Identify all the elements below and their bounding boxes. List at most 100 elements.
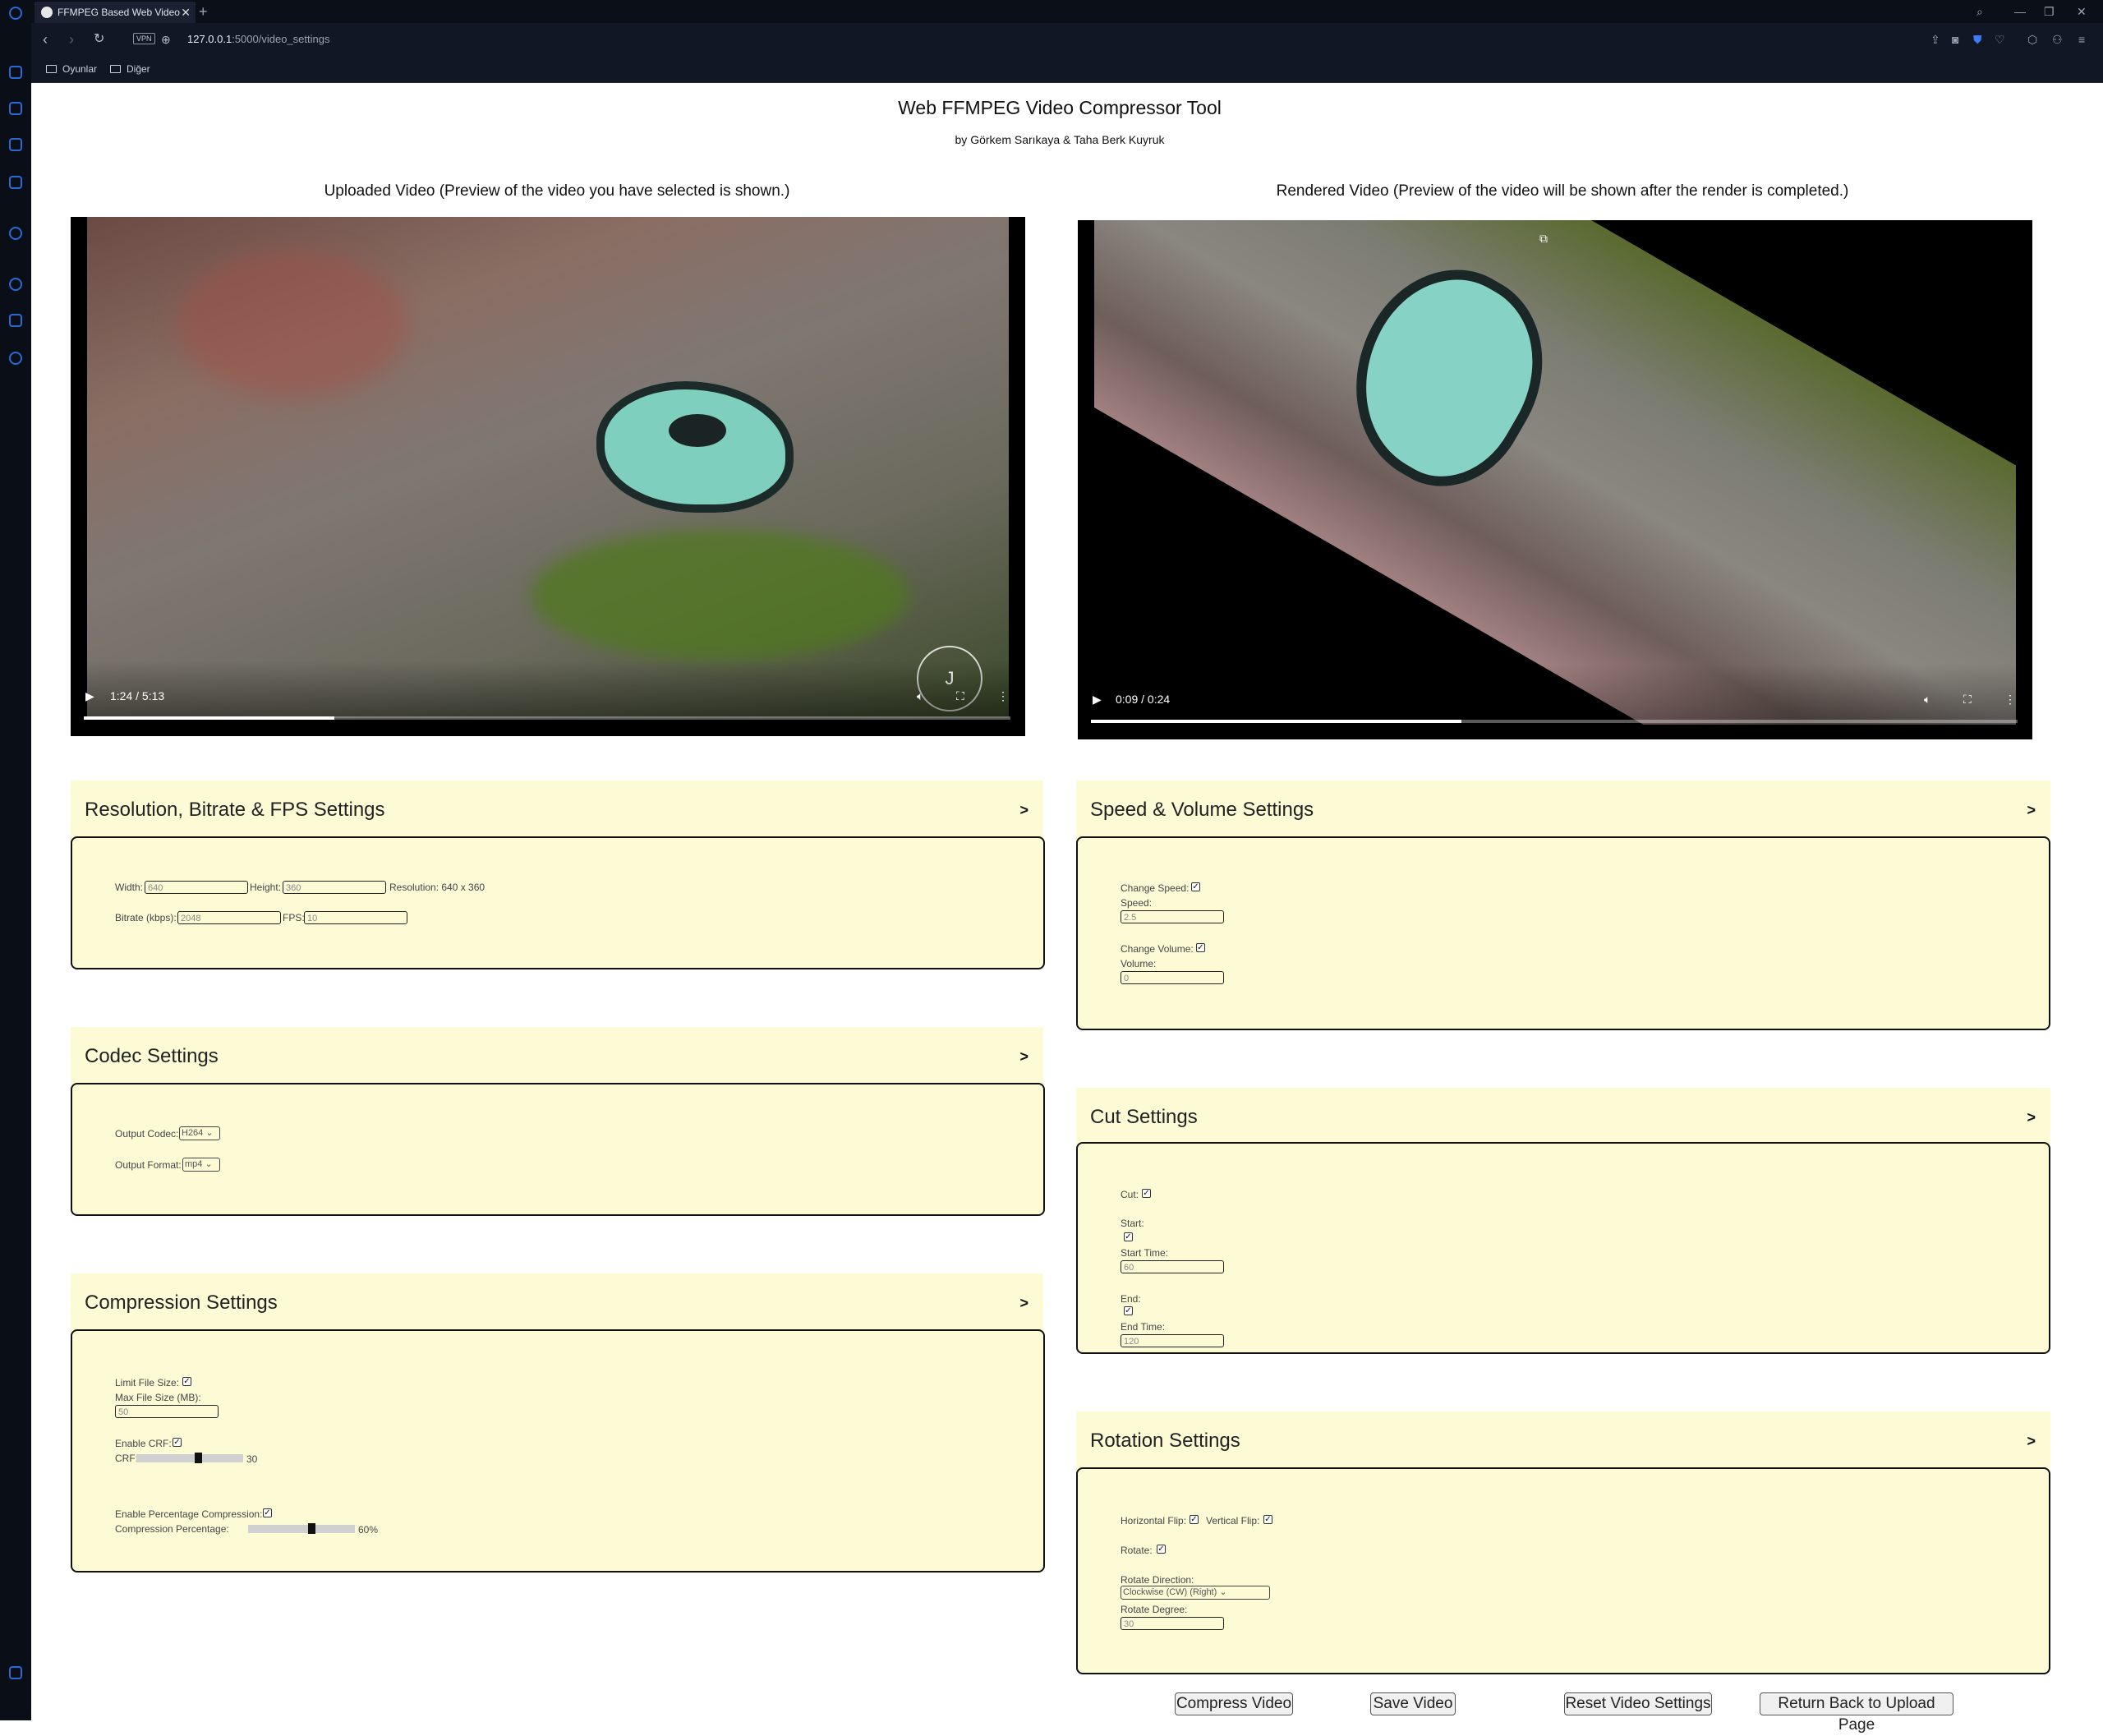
play-icon[interactable]: ▶ — [1093, 693, 1102, 707]
browser-tab[interactable]: FFMPEG Based Web Video ✕ — [35, 2, 196, 23]
rotation-settings-header[interactable]: Rotation Settings > — [1076, 1411, 2050, 1471]
gamepad-icon[interactable] — [9, 66, 22, 79]
gallery-icon[interactable] — [9, 1666, 22, 1679]
url-field[interactable]: 127.0.0.1:5000/video_settings — [187, 23, 329, 56]
limit-file-size-checkbox[interactable]: ✓ — [182, 1377, 191, 1386]
uploaded-video-player[interactable]: J ▶ 1:24 / 5:13 🔈︎ ⛶ ⋮ — [71, 217, 1025, 736]
compress-video-button[interactable]: Compress Video — [1175, 1692, 1293, 1715]
speed-volume-settings-header[interactable]: Speed & Volume Settings > — [1076, 781, 2050, 840]
enable-crf-checkbox[interactable]: ✓ — [173, 1438, 182, 1447]
profile-icon[interactable]: ⚇ — [2052, 23, 2063, 56]
height-input[interactable]: 360 — [283, 881, 386, 894]
cut-settings-header[interactable]: Cut Settings > — [1076, 1088, 2050, 1147]
share-icon[interactable]: ⇪ — [1930, 23, 1940, 56]
resolution-settings-header[interactable]: Resolution, Bitrate & FPS Settings > — [71, 781, 1043, 840]
rotate-direction-label: Rotate Direction: — [1121, 1574, 1194, 1586]
search-tabs-icon[interactable]: ⌕ — [1976, 0, 1983, 23]
restore-icon[interactable]: ❐ — [2044, 0, 2055, 23]
more-options-icon[interactable]: ⋮ — [997, 689, 1009, 703]
video-progress-bar[interactable] — [1091, 720, 2018, 723]
volume-input[interactable]: 0 — [1121, 971, 1224, 984]
bookmark-folder[interactable]: Diğer — [110, 56, 150, 82]
browser-logo-icon[interactable] — [9, 7, 22, 20]
cut-checkbox[interactable]: ✓ — [1142, 1189, 1151, 1198]
forward-icon[interactable]: › — [69, 23, 74, 56]
output-codec-select[interactable]: H264 ⌄ — [179, 1126, 220, 1140]
compression-settings-header[interactable]: Compression Settings > — [71, 1273, 1043, 1333]
vertical-flip-label: Vertical Flip: — [1206, 1515, 1260, 1526]
horizontal-flip-checkbox[interactable]: ✓ — [1190, 1515, 1199, 1524]
reload-icon[interactable]: ↻ — [94, 23, 104, 56]
snapshot-icon[interactable]: ◙ — [1952, 23, 1958, 56]
return-upload-button[interactable]: Return Back to Upload Page — [1760, 1692, 1953, 1734]
chevron-right-icon: > — [2027, 1109, 2036, 1126]
width-input[interactable]: 640 — [145, 881, 248, 894]
rotate-degree-input[interactable]: 30 — [1121, 1617, 1224, 1630]
bitrate-input[interactable]: 2048 — [177, 911, 281, 924]
change-volume-checkbox[interactable]: ✓ — [1196, 943, 1205, 952]
picture-in-picture-icon[interactable]: ⧉ — [1539, 232, 1548, 246]
enable-percentage-checkbox[interactable]: ✓ — [263, 1508, 272, 1517]
uploaded-video-label: Uploaded Video (Preview of the video you… — [324, 182, 790, 200]
page-title: Web FFMPEG Video Compressor Tool — [898, 97, 1222, 118]
speed-input[interactable]: 2.5 — [1121, 910, 1224, 923]
menu-icon[interactable]: ≡ — [2078, 23, 2085, 56]
tab-title: FFMPEG Based Web Video — [58, 7, 180, 18]
vertical-flip-checkbox[interactable]: ✓ — [1263, 1515, 1272, 1524]
end-checkbox[interactable]: ✓ — [1124, 1306, 1133, 1315]
page-subtitle: by Görkem Sarıkaya & Taha Berk Kuyruk — [955, 133, 1165, 146]
url-host: 127.0.0.1 — [187, 33, 232, 45]
fullscreen-icon[interactable]: ⛶ — [1963, 693, 1972, 707]
close-window-icon[interactable]: ✕ — [2077, 0, 2087, 23]
compression-settings-panel: Limit File Size: ✓ Max File Size (MB): 5… — [71, 1329, 1045, 1573]
heart-icon[interactable]: ♡ — [1995, 23, 2005, 56]
resolution-settings-panel: Width: 640 Height: 360 Resolution: 640 x… — [71, 836, 1045, 969]
settings-icon[interactable] — [9, 352, 22, 365]
vpn-badge[interactable]: VPN — [133, 33, 155, 44]
player-icon[interactable] — [9, 227, 22, 240]
rendered-video-player[interactable]: ⧉ ▶ 0:09 / 0:24 🔈︎ ⛶ ⋮ — [1078, 220, 2032, 739]
back-icon[interactable]: ‹ — [43, 23, 48, 56]
social-icon[interactable] — [9, 176, 22, 189]
new-tab-icon[interactable]: + — [199, 0, 208, 23]
bookmark-folder[interactable]: Oyunlar — [46, 56, 97, 82]
chevron-right-icon: > — [1019, 802, 1028, 818]
url-path: :5000/video_settings — [232, 33, 330, 45]
box-icon[interactable]: ⬡ — [2027, 23, 2037, 56]
panel-title: Rotation Settings — [1090, 1430, 1240, 1452]
limit-file-size-label: Limit File Size: — [115, 1377, 180, 1388]
start-time-input[interactable]: 60 — [1121, 1260, 1224, 1273]
crf-slider[interactable] — [136, 1453, 243, 1463]
slider-thumb[interactable] — [195, 1453, 203, 1463]
extensions-icon[interactable] — [9, 314, 22, 327]
slider-thumb[interactable] — [307, 1523, 315, 1534]
output-format-select[interactable]: mp4 ⌄ — [182, 1158, 220, 1172]
cut-settings-panel: Cut: ✓ Start: ✓ Start Time: 60 End: ✓ En… — [1076, 1142, 2050, 1354]
controls-shade — [71, 661, 1025, 736]
close-tab-icon[interactable]: ✕ — [181, 2, 191, 23]
play-icon[interactable]: ▶ — [85, 689, 94, 703]
rotate-direction-select[interactable]: Clockwise (CW) (Right) ⌄ — [1121, 1586, 1270, 1600]
shield-icon[interactable]: ⛊ — [1973, 23, 1982, 56]
max-file-size-input[interactable]: 50 — [115, 1405, 219, 1418]
end-time-input[interactable]: 120 — [1121, 1334, 1224, 1347]
more-options-icon[interactable]: ⋮ — [2004, 693, 2016, 707]
video-progress-bar[interactable] — [84, 716, 1010, 720]
start-checkbox[interactable]: ✓ — [1124, 1232, 1133, 1241]
cut-label: Cut: — [1121, 1189, 1139, 1200]
change-speed-checkbox[interactable]: ✓ — [1191, 882, 1200, 891]
chevron-right-icon: > — [2027, 802, 2036, 818]
site-info-icon[interactable]: ⊕ — [161, 23, 171, 56]
history-icon[interactable] — [9, 278, 22, 291]
rotate-checkbox[interactable]: ✓ — [1157, 1545, 1166, 1554]
rotate-label: Rotate: — [1121, 1545, 1153, 1556]
volume-icon[interactable]: 🔈︎ — [917, 689, 923, 703]
volume-icon[interactable]: 🔈︎ — [1924, 693, 1930, 707]
minimize-icon[interactable]: — — [2014, 0, 2026, 23]
save-video-button[interactable]: Save Video — [1370, 1692, 1456, 1715]
reset-video-settings-button[interactable]: Reset Video Settings — [1564, 1692, 1712, 1715]
fullscreen-icon[interactable]: ⛶ — [956, 689, 964, 703]
fps-input[interactable]: 10 — [304, 911, 407, 924]
percentage-slider[interactable] — [248, 1523, 355, 1534]
codec-settings-header[interactable]: Codec Settings > — [71, 1027, 1043, 1086]
